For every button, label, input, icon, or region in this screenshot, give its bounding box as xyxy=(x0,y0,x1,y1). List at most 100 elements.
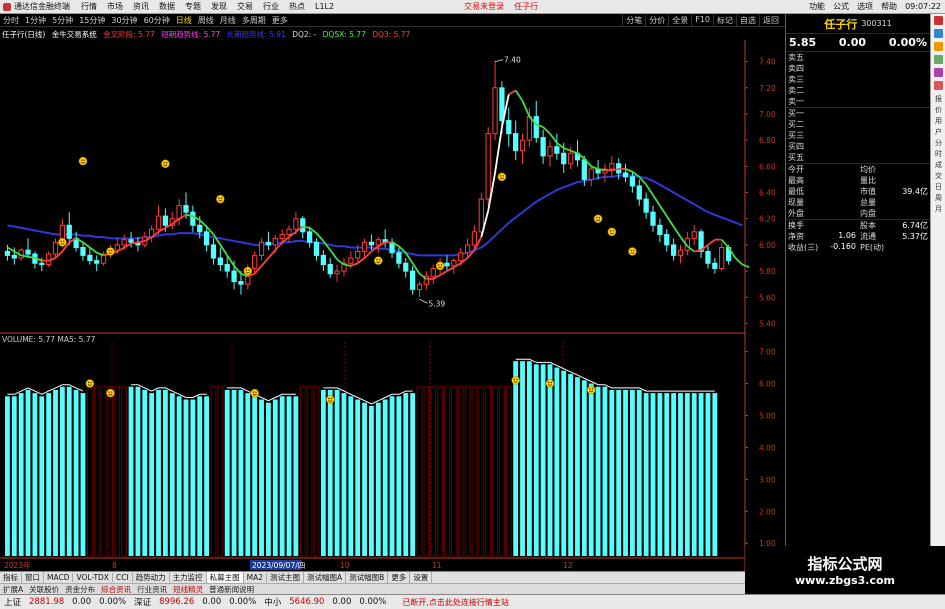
info-tab[interactable]: 资金分布 xyxy=(62,584,98,595)
menu-item[interactable]: 热点 xyxy=(284,1,310,12)
toolbar-button[interactable]: 自选 xyxy=(736,14,759,26)
period-tab[interactable]: 5分钟 xyxy=(49,15,76,26)
index-pct: 0.00% xyxy=(359,597,387,607)
chart-icon[interactable] xyxy=(933,29,943,38)
flag-icon[interactable] xyxy=(933,16,943,25)
side-tab[interactable]: 交 xyxy=(934,171,943,180)
options-menu[interactable]: 选项 xyxy=(853,1,877,12)
star-icon[interactable] xyxy=(933,42,943,51)
period-tab[interactable]: 分时 xyxy=(0,15,22,26)
indicator-tab[interactable]: 设置 xyxy=(410,572,433,583)
indicator-tab[interactable]: 窗口 xyxy=(22,572,44,583)
period-tab-daily[interactable]: 日线 xyxy=(173,15,195,26)
menu-item[interactable]: 市场 xyxy=(102,1,128,12)
formula-menu[interactable]: 公式 xyxy=(829,1,853,12)
side-tab[interactable]: 报 xyxy=(934,94,943,103)
smiley-eye xyxy=(630,249,632,252)
volume-ma-line xyxy=(515,358,715,392)
candle-body xyxy=(588,168,594,180)
menu-item[interactable]: 交易 xyxy=(232,1,258,12)
index-name[interactable]: 深证 xyxy=(130,596,155,608)
connection-notice[interactable]: 已断开,点击此处连接行情主站 xyxy=(402,597,509,608)
list-icon[interactable] xyxy=(933,68,943,77)
indicator-tab[interactable]: 更多 xyxy=(388,572,411,583)
period-tab[interactable]: 30分钟 xyxy=(108,15,140,26)
menu-item[interactable]: 专题 xyxy=(180,1,206,12)
menu-item[interactable]: L1L2 xyxy=(310,2,339,11)
menu-item[interactable]: 数据 xyxy=(154,1,180,12)
price-tick-label: 7.40 xyxy=(759,58,776,67)
info-tab[interactable]: 关联股价 xyxy=(26,584,62,595)
indicator-tab[interactable]: 测试幅图B xyxy=(346,572,389,583)
toolbar-button[interactable]: 分价 xyxy=(645,14,668,26)
indicator-tab[interactable]: 指标 xyxy=(0,572,22,583)
period-tab[interactable]: 15分钟 xyxy=(76,15,108,26)
info-tab[interactable]: 短线精灵 xyxy=(170,584,206,595)
side-tab[interactable]: 时 xyxy=(934,149,943,158)
indicator-tab[interactable]: 趋势动力 xyxy=(133,572,170,583)
volume-ma-line xyxy=(7,384,84,395)
legend-item: DQ3: 5.77 xyxy=(372,30,411,39)
indicator-tab-active[interactable]: 私募主图 xyxy=(206,572,244,583)
volume-bar xyxy=(149,393,155,556)
short-trend-segment xyxy=(734,257,743,266)
menu-item[interactable]: 行情 xyxy=(76,1,102,12)
side-tab[interactable]: 日 xyxy=(934,182,943,191)
indicator-tab[interactable]: CCI xyxy=(113,573,133,582)
signal-smiley-icon xyxy=(243,266,253,276)
watermark-title: 指标公式网 xyxy=(807,555,883,573)
stock-code: 300311 xyxy=(861,19,892,28)
smiley-face xyxy=(628,247,637,256)
volume-smiley-icon xyxy=(511,376,520,385)
side-tab[interactable]: 成 xyxy=(934,160,943,169)
menu-item[interactable]: 资讯 xyxy=(128,1,154,12)
short-trend-segment xyxy=(446,266,455,272)
price-row: 5.85 0.00 0.00% xyxy=(786,34,930,52)
indicator-tab[interactable]: MACD xyxy=(44,573,74,582)
bid-level: 买一 xyxy=(788,109,804,118)
back-button[interactable]: 返回 xyxy=(759,14,782,26)
side-tab[interactable]: 周 xyxy=(934,193,943,202)
period-tab[interactable]: 月线 xyxy=(217,15,239,26)
help-menu[interactable]: 帮助 xyxy=(877,1,901,12)
indicator-tab[interactable]: 主力监控 xyxy=(170,572,207,583)
indicator-tab[interactable]: VOL-TDX xyxy=(73,573,113,582)
volume-bar-empty xyxy=(464,386,471,557)
period-tab[interactable]: 60分钟 xyxy=(141,15,173,26)
toolbar-button[interactable]: 全景 xyxy=(668,14,691,26)
candle-body xyxy=(4,250,11,256)
side-tab[interactable]: 月 xyxy=(934,204,943,213)
candle-body xyxy=(471,231,478,246)
info-tab[interactable]: 综合资讯 xyxy=(98,584,134,595)
bell-icon[interactable] xyxy=(933,81,943,90)
indicator-tab[interactable]: 测试幅图A xyxy=(304,572,347,583)
menu-item[interactable]: 发现 xyxy=(206,1,232,12)
price-chart[interactable]: 7.40 7.20 7.00 6.80 6.60 6.40 6.20 6.00 5.80 5.60… xyxy=(0,40,785,571)
period-tab[interactable]: 1分钟 xyxy=(22,15,49,26)
indicator-tab[interactable]: MA2 xyxy=(244,573,268,582)
period-tab[interactable]: 更多 xyxy=(269,15,291,26)
info-tab[interactable]: 行业资讯 xyxy=(134,584,170,595)
volume-smiley-icon xyxy=(250,388,259,398)
side-tab[interactable]: 分 xyxy=(934,138,943,147)
toolbar-button[interactable]: 标记 xyxy=(713,14,736,26)
index-name[interactable]: 上证 xyxy=(0,596,25,608)
index-name[interactable]: 中小 xyxy=(260,596,285,608)
info-tab[interactable]: 扩展A xyxy=(0,584,26,595)
function-menu[interactable]: 功能 xyxy=(805,1,829,12)
stock-name-link[interactable]: 任子行 xyxy=(509,1,543,12)
period-tab[interactable]: 周线 xyxy=(195,15,217,26)
candle-body xyxy=(485,133,491,200)
side-tab[interactable]: 户 xyxy=(934,127,943,136)
trade-login-link[interactable]: 交易未登录 xyxy=(459,1,509,12)
gear-icon[interactable] xyxy=(933,55,943,64)
menu-item[interactable]: 行业 xyxy=(258,1,284,12)
side-tab[interactable]: 价 xyxy=(934,105,943,114)
indicator-tab[interactable]: 测试主图 xyxy=(267,572,305,583)
smiley-eye xyxy=(108,391,110,393)
toolbar-button[interactable]: 分笔 xyxy=(622,14,645,26)
side-tab[interactable]: 用 xyxy=(934,116,943,125)
period-tab[interactable]: 多周期 xyxy=(239,15,269,26)
info-tab[interactable]: 普通新闻说明 xyxy=(206,584,257,595)
f10-button[interactable]: F10 xyxy=(691,14,713,26)
